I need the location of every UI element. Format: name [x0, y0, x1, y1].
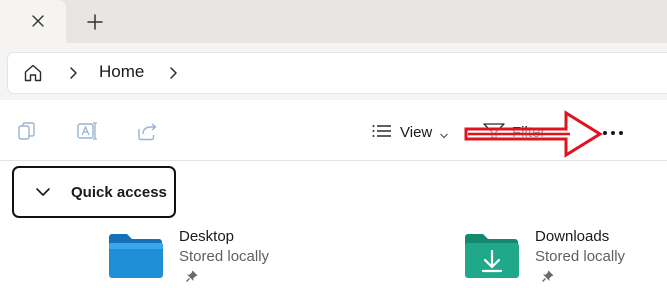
home-icon[interactable] [22, 62, 44, 84]
rename-icon[interactable] [76, 120, 98, 142]
chevron-down-icon [439, 127, 449, 145]
pin-icon [541, 269, 555, 283]
pin-icon [185, 269, 199, 283]
view-label: View [400, 124, 433, 141]
quick-access-header[interactable]: Quick access [12, 166, 176, 218]
quick-access-label: Quick access [71, 184, 167, 201]
folder-desktop-icon [107, 231, 165, 279]
blank-area [160, 100, 376, 152]
item-name: Downloads [535, 228, 610, 245]
list-view-icon [372, 122, 392, 145]
navigation-bar: Home [0, 43, 667, 100]
chevron-right-icon[interactable] [166, 66, 180, 80]
chevron-down-icon[interactable] [34, 183, 52, 201]
plus-icon[interactable] [84, 11, 106, 33]
item-status: Stored locally [535, 248, 626, 265]
folder-downloads-icon [463, 231, 521, 279]
filter-icon [482, 121, 506, 146]
ellipsis-icon[interactable] [598, 120, 628, 144]
tab-active[interactable] [0, 0, 66, 43]
quick-access-item-desktop[interactable]: Desktop Stored locally [107, 227, 327, 285]
filter-label: Filter [512, 124, 546, 141]
chevron-right-icon[interactable] [66, 66, 80, 80]
breadcrumb-home[interactable]: Home [99, 62, 144, 82]
command-bar: View Filter [0, 100, 667, 161]
breadcrumb[interactable]: Home [8, 53, 667, 93]
item-status: Stored locally [179, 248, 270, 265]
share-icon[interactable] [136, 120, 158, 142]
copy-icon[interactable] [16, 120, 38, 142]
item-name: Desktop [179, 228, 235, 245]
quick-access-item-downloads[interactable]: Downloads Stored locally [463, 227, 667, 285]
close-icon[interactable] [28, 11, 48, 31]
tab-strip [0, 0, 667, 43]
